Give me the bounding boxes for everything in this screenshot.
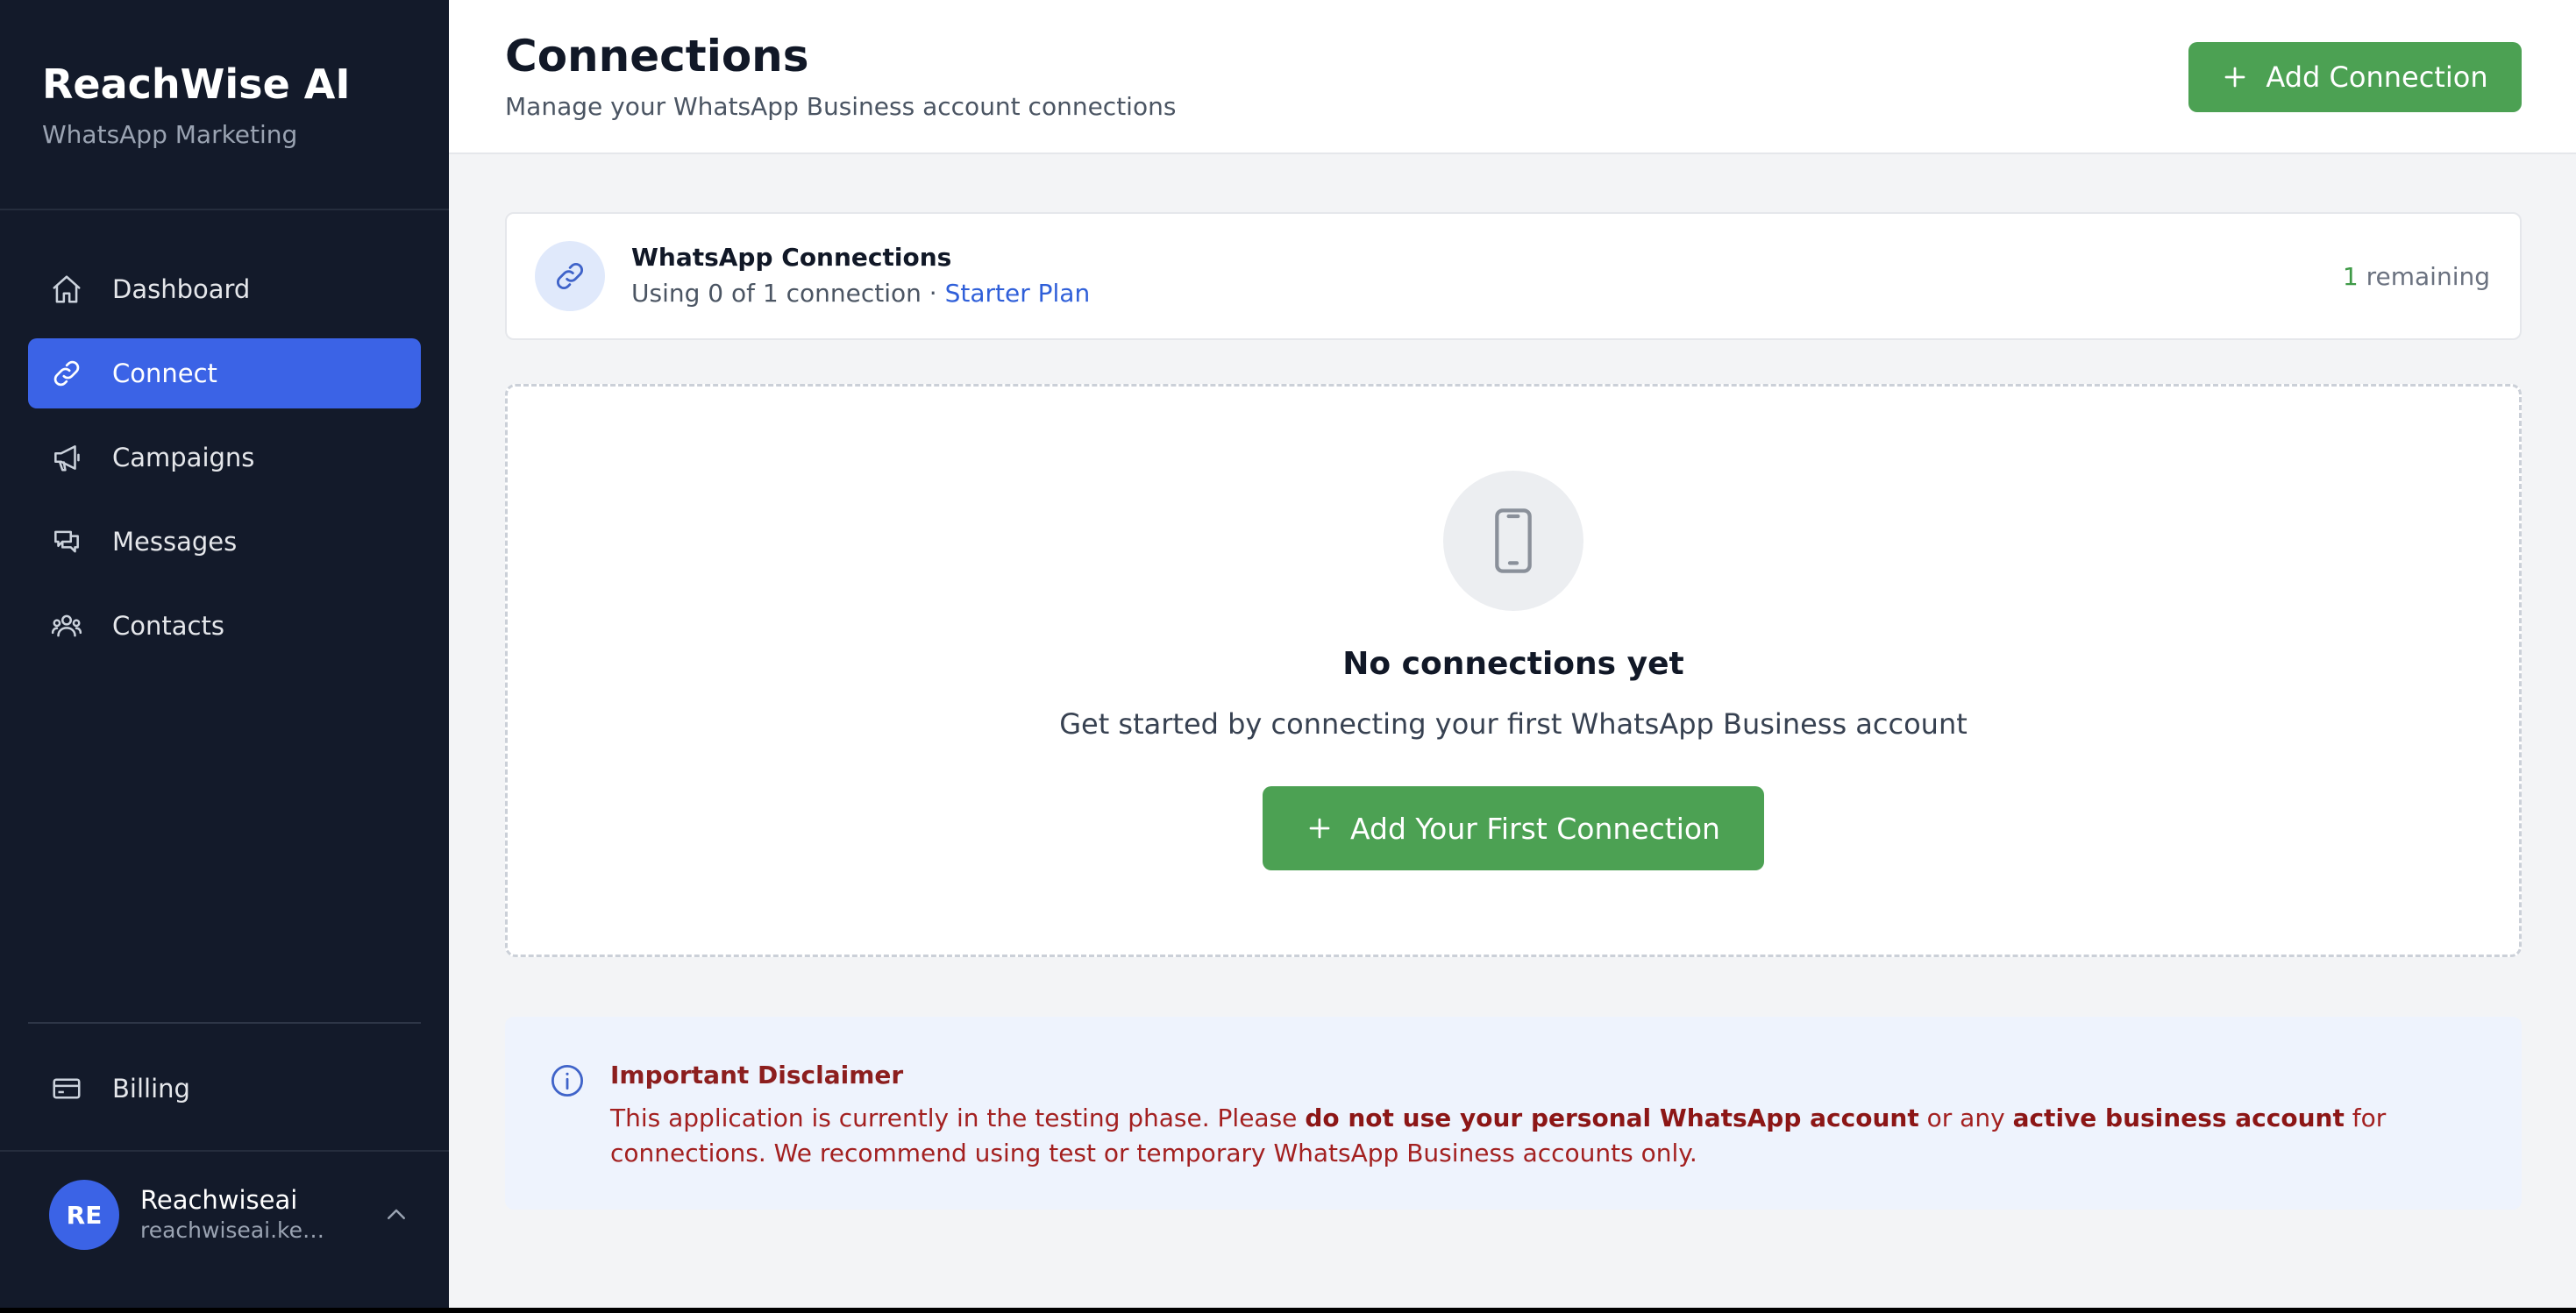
disclaimer-banner: Important Disclaimer This application is…: [505, 1017, 2522, 1210]
empty-state-title: No connections yet: [1342, 646, 1684, 682]
plan-link[interactable]: Starter Plan: [945, 279, 1091, 308]
user-name: Reachwiseai: [140, 1185, 298, 1215]
sidebar-item-contacts[interactable]: Contacts: [28, 591, 421, 661]
avatar: RE: [49, 1180, 119, 1250]
users-icon: [49, 608, 84, 643]
brand: ReachWise AI WhatsApp Marketing: [0, 0, 449, 153]
brand-title: ReachWise AI: [42, 60, 351, 108]
disclaimer-text-part: or any: [1918, 1104, 2013, 1132]
user-email: reachwiseai.ke@g...: [140, 1217, 342, 1243]
sidebar-item-messages[interactable]: Messages: [28, 507, 421, 577]
add-connection-button[interactable]: Add Connection: [2188, 42, 2522, 112]
disclaimer-title: Important Disclaimer: [610, 1061, 904, 1089]
sidebar-divider: [0, 209, 449, 210]
credit-card-icon: [49, 1071, 84, 1106]
sidebar-item-campaigns[interactable]: Campaigns: [28, 422, 421, 493]
main-content: Connections Manage your WhatsApp Busines…: [449, 0, 2576, 1308]
disclaimer-bold-part: do not use your personal WhatsApp accoun…: [1305, 1104, 1919, 1132]
connections-summary-card: WhatsApp Connections Using 0 of 1 connec…: [505, 212, 2522, 340]
sidebar-item-label: Campaigns: [112, 443, 255, 472]
sidebar: ReachWise AI WhatsApp Marketing Dashboar…: [0, 0, 449, 1308]
brand-subtitle: WhatsApp Marketing: [42, 120, 298, 149]
sidebar-item-label: Dashboard: [112, 274, 251, 304]
usage-text: Using 0 of 1 connection ·: [631, 279, 945, 308]
empty-state: No connections yet Get started by connec…: [505, 384, 2522, 957]
sidebar-item-label: Contacts: [112, 611, 224, 641]
sidebar-divider: [28, 1022, 421, 1024]
page-title: Connections: [505, 31, 809, 82]
chevron-up-icon[interactable]: [379, 1197, 414, 1232]
empty-state-subtitle: Get started by connecting your first Wha…: [1059, 707, 1968, 741]
plus-icon: [2222, 64, 2248, 90]
disclaimer-text-part: This application is currently in the tes…: [610, 1104, 1306, 1132]
sidebar-item-label: Connect: [112, 358, 217, 388]
remaining-number: 1: [2342, 261, 2359, 291]
phone-icon: [1443, 471, 1583, 611]
page-header: Connections Manage your WhatsApp Busines…: [449, 0, 2576, 154]
summary-usage: Using 0 of 1 connection · Starter Plan: [631, 277, 1090, 310]
chat-icon: [49, 524, 84, 559]
sidebar-nav: Dashboard Connect Campaigns Messages Con…: [28, 254, 421, 675]
sidebar-divider: [0, 1150, 449, 1152]
add-first-connection-label: Add Your First Connection: [1350, 811, 1720, 846]
remaining-label: remaining: [2358, 261, 2490, 291]
sidebar-item-billing[interactable]: Billing: [28, 1054, 421, 1124]
home-icon: [49, 272, 84, 307]
summary-title: WhatsApp Connections: [631, 243, 952, 272]
disclaimer-bold-part: active business account: [2012, 1104, 2345, 1132]
sidebar-item-dashboard[interactable]: Dashboard: [28, 254, 421, 324]
sidebar-item-label: Messages: [112, 527, 238, 557]
sidebar-item-connect[interactable]: Connect: [28, 338, 421, 408]
add-connection-label: Add Connection: [2266, 60, 2488, 94]
plus-icon: [1306, 815, 1333, 841]
sidebar-item-label: Billing: [112, 1074, 190, 1104]
disclaimer-text: This application is currently in the tes…: [610, 1101, 2487, 1171]
user-profile[interactable]: RE Reachwiseai reachwiseai.ke@g...: [49, 1180, 414, 1250]
info-icon: [549, 1062, 586, 1103]
summary-text: WhatsApp Connections Using 0 of 1 connec…: [631, 242, 1090, 310]
link-icon: [535, 241, 605, 311]
page-subtitle: Manage your WhatsApp Business account co…: [505, 92, 1177, 121]
megaphone-icon: [49, 440, 84, 475]
add-first-connection-button[interactable]: Add Your First Connection: [1263, 786, 1764, 870]
user-info: Reachwiseai reachwiseai.ke@g...: [140, 1184, 370, 1246]
link-icon: [49, 356, 84, 391]
app-window: ReachWise AI WhatsApp Marketing Dashboar…: [0, 0, 2576, 1308]
remaining-count: 1 remaining: [2343, 262, 2490, 291]
billing-section: Billing: [28, 1054, 421, 1138]
